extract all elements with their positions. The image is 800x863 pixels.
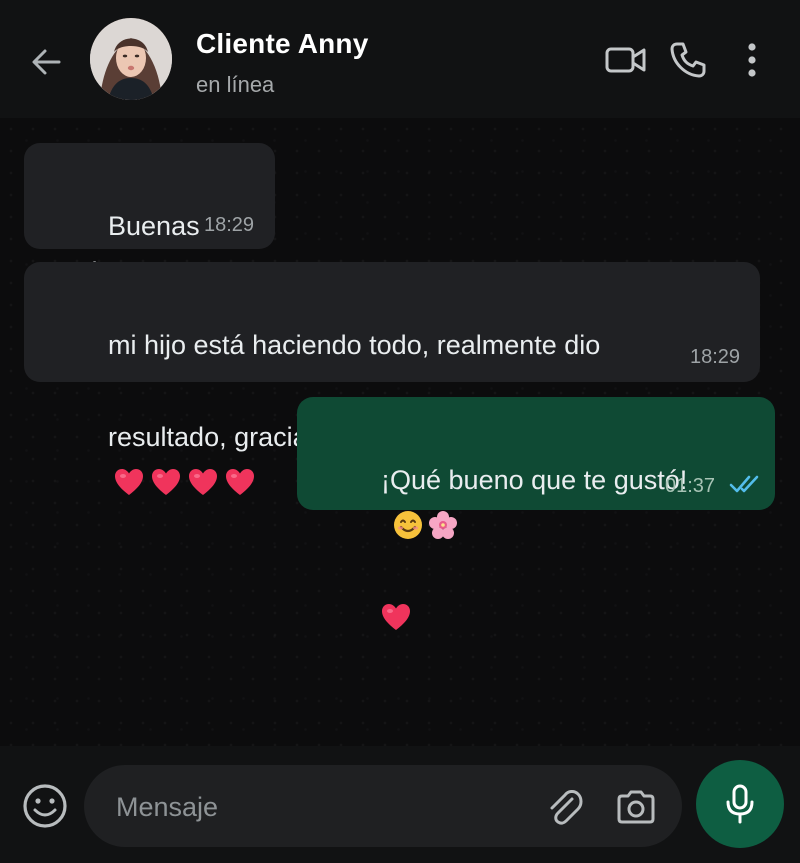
contact-name[interactable]: Cliente Anny — [196, 28, 369, 60]
more-options-button[interactable] — [728, 36, 776, 84]
camera-icon — [617, 790, 655, 824]
message-timestamp: 18:29 — [690, 346, 741, 368]
attach-icon — [550, 790, 583, 825]
video-call-button[interactable] — [602, 36, 650, 84]
message-line: resultado, gracias — [108, 422, 322, 452]
message-bubble-outgoing[interactable]: ¡Qué bueno que te gustó! 01:37 — [297, 397, 775, 630]
heart-emoji-icon — [382, 604, 411, 630]
heart-emoji-icon — [226, 469, 255, 495]
voice-call-button[interactable] — [664, 36, 712, 84]
avatar-photo — [90, 18, 172, 100]
chat-header: Cliente Anny en línea — [0, 0, 800, 118]
message-input[interactable] — [114, 785, 538, 829]
read-double-check-icon — [729, 475, 759, 493]
message-timestamp: 18:29 — [204, 214, 255, 236]
message-input-container[interactable] — [84, 765, 682, 847]
more-options-icon — [748, 43, 756, 77]
composer-bar — [0, 746, 800, 863]
video-call-icon — [605, 47, 646, 73]
emoji-button[interactable] — [18, 779, 72, 833]
back-arrow-icon — [32, 49, 61, 75]
message-line: mi hijo está haciendo todo, realmente di… — [108, 330, 601, 360]
message-timestamp: 01:37 — [665, 475, 716, 497]
message-bubble-incoming[interactable]: Buenas noches 18:29 — [24, 143, 275, 376]
message-list[interactable]: Buenas noches 18:29 mi hijo está haciend… — [0, 118, 800, 746]
cherry-blossom-icon — [429, 511, 458, 539]
phone-call-icon — [670, 42, 706, 78]
avatar[interactable] — [90, 18, 172, 100]
attach-button[interactable] — [540, 783, 588, 831]
emoji-icon — [23, 784, 67, 828]
camera-button[interactable] — [612, 783, 660, 831]
heart-emoji-icon — [189, 469, 218, 495]
chat-window: Cliente Anny en línea Buenas noch — [0, 0, 800, 863]
heart-emoji-icon — [115, 469, 144, 495]
microphone-icon — [726, 784, 754, 824]
smiling-face-icon — [394, 511, 423, 539]
message-line: ¡Qué bueno que te gustó! — [381, 465, 688, 495]
voice-message-button[interactable] — [696, 760, 784, 848]
back-button[interactable] — [22, 38, 70, 86]
message-bubble-incoming[interactable]: mi hijo está haciendo todo, realmente di… — [24, 262, 760, 495]
heart-emoji-icon — [152, 469, 181, 495]
message-text: ¡Qué bueno que te gustó! — [321, 411, 687, 687]
contact-status: en línea — [196, 72, 275, 97]
